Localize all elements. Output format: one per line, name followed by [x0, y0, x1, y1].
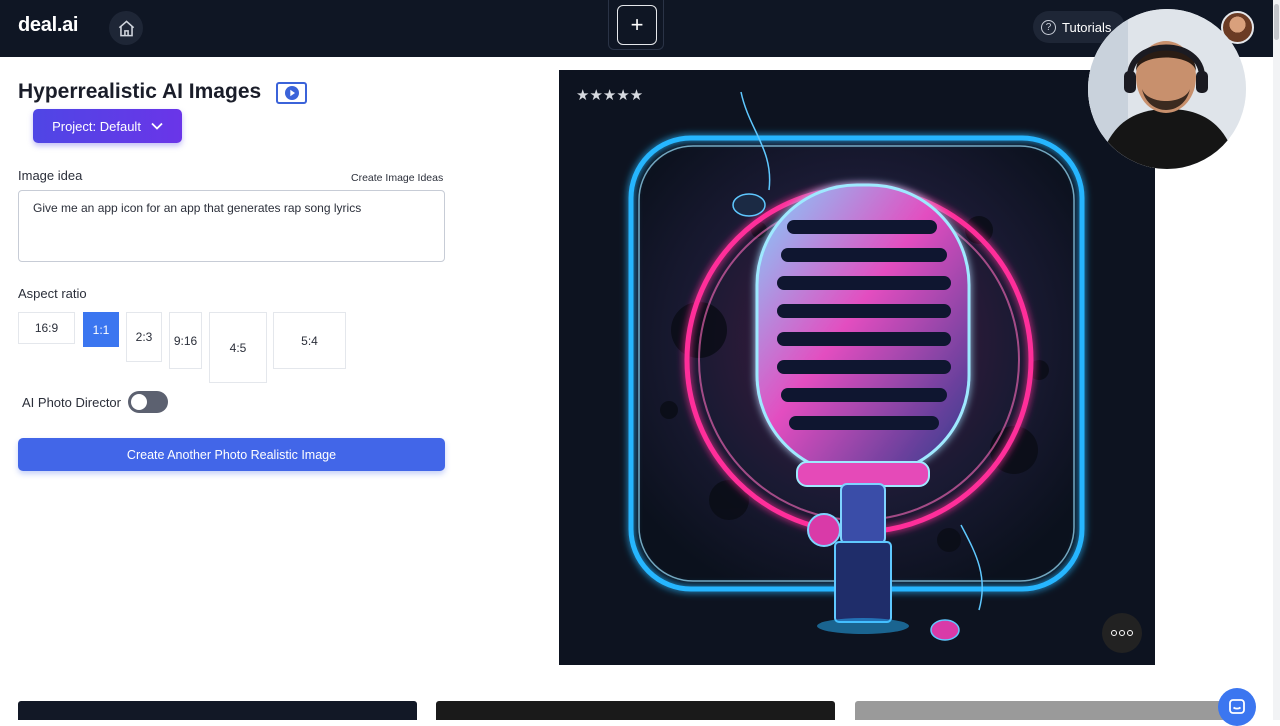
more-icon: [1111, 630, 1117, 636]
ratio-option-9-16[interactable]: 9:16: [169, 312, 202, 369]
aspect-ratio-label: Aspect ratio: [18, 286, 87, 301]
gallery-thumbnail-1[interactable]: [18, 701, 417, 720]
new-item-container: +: [608, 0, 664, 50]
project-label: Project: Default: [52, 118, 141, 134]
home-icon: [118, 19, 134, 36]
more-icon-dot-2: [1119, 630, 1125, 636]
ratio-option-1-1[interactable]: 1:1: [83, 312, 119, 347]
webcam-overlay: [1088, 9, 1246, 169]
plus-icon: +: [630, 12, 644, 37]
video-tutorial-button[interactable]: [276, 82, 307, 104]
create-image-ideas-link[interactable]: Create Image Ideas: [351, 172, 443, 184]
help-icon: ?: [1041, 19, 1056, 35]
chat-icon: [1229, 699, 1245, 714]
tutorials-label: Tutorials: [1062, 19, 1112, 35]
project-selector-button[interactable]: Project: Default: [33, 109, 182, 143]
page-scrollbar[interactable]: [1273, 0, 1280, 720]
chevron-down-icon: [151, 122, 163, 130]
ratio-option-4-5[interactable]: 4:5: [209, 312, 267, 383]
photo-director-toggle[interactable]: [128, 391, 168, 413]
gallery-thumbnail-2[interactable]: [436, 701, 835, 720]
support-chat-button[interactable]: [1218, 688, 1256, 726]
image-idea-label: Image idea: [18, 168, 83, 183]
scrollbar-thumb[interactable]: [1274, 4, 1279, 40]
rating-stars[interactable]: ★★★★★: [576, 86, 643, 104]
presenter-video: [1088, 9, 1246, 169]
generated-image[interactable]: ★★★★★: [559, 70, 1155, 665]
gallery-thumbnail-3[interactable]: [855, 701, 1225, 720]
toggle-knob: [131, 394, 147, 410]
neon-microphone-artwork: [559, 70, 1155, 665]
more-options-button[interactable]: [1102, 613, 1142, 653]
page-title: Hyperrealistic AI Images: [18, 80, 262, 103]
video-icon: [284, 86, 299, 100]
ratio-option-2-3[interactable]: 2:3: [126, 312, 162, 362]
top-navigation-bar: deal.ai + ? Tutorials: [0, 0, 1280, 57]
photo-director-label: AI Photo Director: [22, 395, 121, 410]
ratio-option-16-9[interactable]: 16:9: [18, 312, 75, 344]
logo[interactable]: deal.ai: [18, 14, 78, 37]
image-idea-textarea[interactable]: Give me an app icon for an app that gene…: [18, 190, 445, 262]
ratio-option-5-4[interactable]: 5:4: [273, 312, 346, 369]
home-button[interactable]: [109, 11, 143, 45]
more-icon-dot-3: [1127, 630, 1133, 636]
create-image-button[interactable]: Create Another Photo Realistic Image: [18, 438, 445, 471]
new-item-button[interactable]: +: [617, 5, 657, 45]
